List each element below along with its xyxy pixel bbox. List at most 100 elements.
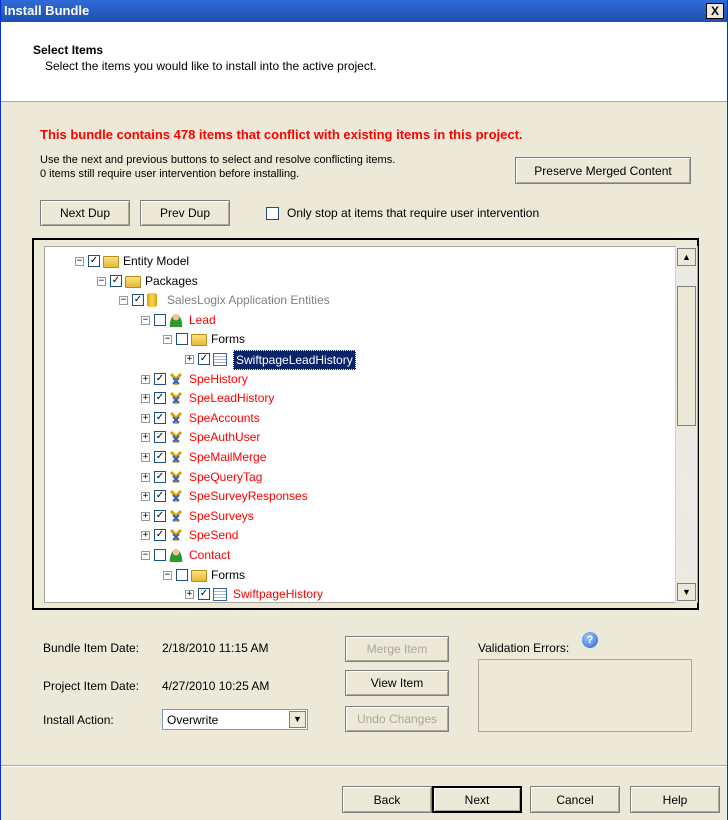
install-action-label: Install Action: — [43, 713, 114, 727]
entity-icon — [169, 411, 183, 425]
tree-node-label[interactable]: SpeLeadHistory — [189, 389, 274, 407]
entity-icon — [169, 450, 183, 464]
validation-errors-label: Validation Errors: — [478, 641, 570, 655]
tree-node-checkbox[interactable] — [154, 549, 166, 561]
only-stop-checkbox[interactable] — [266, 207, 279, 220]
folder-open-icon — [103, 256, 119, 268]
tree-node-checkbox[interactable]: ✓ — [110, 274, 122, 287]
expand-icon[interactable]: + — [141, 453, 150, 462]
tree-node-checkbox[interactable]: ✓ — [132, 294, 144, 307]
close-icon[interactable]: X — [706, 3, 724, 19]
next-dup-button[interactable]: Next Dup — [40, 200, 130, 226]
tree-node-checkbox[interactable]: ✓ — [154, 470, 166, 483]
tree-node-checkbox[interactable]: ✓ — [154, 392, 166, 405]
chevron-down-icon[interactable]: ▼ — [289, 711, 306, 728]
expand-icon[interactable]: + — [141, 472, 150, 482]
entity-icon — [169, 509, 183, 523]
merge-item-button[interactable]: Merge Item — [345, 636, 449, 662]
tree-node-label[interactable]: SalesLogix Application Entities — [167, 291, 330, 309]
tree-node-label[interactable]: Contact — [189, 546, 230, 564]
scroll-up-icon[interactable]: ▲ — [677, 248, 696, 266]
collapse-icon[interactable]: − — [163, 335, 172, 345]
collapse-icon[interactable]: − — [141, 551, 150, 560]
tree-node-checkbox[interactable]: ✓ — [154, 490, 166, 503]
tree-node-checkbox[interactable]: ✓ — [154, 529, 166, 542]
entity-icon — [169, 372, 183, 386]
expand-icon[interactable]: + — [141, 394, 150, 404]
collapse-icon[interactable]: − — [163, 570, 172, 580]
footer-divider — [0, 765, 728, 767]
prev-dup-button[interactable]: Prev Dup — [140, 200, 230, 226]
bundle-item-date-label: Bundle Item Date: — [43, 641, 140, 655]
help-button[interactable]: Help — [630, 786, 720, 813]
collapse-icon[interactable]: − — [119, 296, 128, 306]
collapse-icon[interactable]: − — [75, 257, 84, 266]
project-item-date-value: 4/27/2010 10:25 AM — [162, 679, 270, 693]
scroll-down-icon[interactable]: ▼ — [677, 583, 696, 601]
tree-node-label[interactable]: Packages — [145, 272, 198, 290]
tree-node-checkbox[interactable] — [176, 568, 188, 581]
expand-icon[interactable]: + — [141, 492, 150, 502]
intervention-count-text: 0 items still require user intervention … — [40, 168, 300, 180]
entity-icon — [169, 489, 183, 503]
tree-node-checkbox[interactable]: ✓ — [198, 353, 210, 365]
tree-node-checkbox[interactable] — [176, 333, 188, 346]
collapse-icon[interactable]: − — [97, 276, 106, 286]
entity-icon — [169, 470, 183, 484]
tree-node-label[interactable]: Entity Model — [123, 252, 189, 270]
expand-icon[interactable]: + — [141, 413, 150, 423]
tree-node-checkbox[interactable] — [154, 313, 166, 326]
expand-icon[interactable]: + — [185, 590, 194, 600]
entity-icon — [169, 528, 183, 542]
install-action-select[interactable]: Overwrite ▼ — [162, 709, 308, 730]
only-stop-label[interactable]: Only stop at items that require user int… — [287, 206, 539, 220]
tree-node-label[interactable]: SpeSend — [189, 526, 238, 544]
expand-icon[interactable]: + — [141, 511, 150, 521]
folder-icon — [191, 334, 207, 347]
tree-node-checkbox[interactable]: ✓ — [154, 431, 166, 444]
tree-node-label[interactable]: SpeAccounts — [189, 409, 260, 427]
tree-node-label[interactable]: SpeMailMerge — [189, 448, 266, 466]
tree-node-label[interactable]: SpeSurveys — [189, 507, 254, 525]
person-icon — [169, 312, 183, 327]
wizard-header: Select Items Select the items you would … — [0, 22, 728, 102]
tree-node-label[interactable]: SpeHistory — [189, 370, 248, 388]
collapse-icon[interactable]: − — [141, 315, 150, 325]
next-button[interactable]: Next — [432, 786, 522, 813]
tree-node-label[interactable]: Forms — [211, 330, 245, 348]
bundle-item-date-value: 2/18/2010 11:15 AM — [162, 641, 269, 655]
help-icon[interactable]: ? — [582, 632, 598, 648]
tree-node-label[interactable]: Forms — [211, 566, 245, 584]
preserve-merged-content-button[interactable]: Preserve Merged Content — [515, 157, 691, 184]
conflict-message: This bundle contains 478 items that conf… — [40, 127, 523, 142]
scroll-thumb[interactable] — [677, 286, 696, 426]
tree-node-checkbox[interactable]: ✓ — [198, 588, 210, 601]
back-button[interactable]: Back — [342, 786, 432, 813]
expand-icon[interactable]: + — [141, 531, 150, 541]
instruction-text: Use the next and previous buttons to sel… — [40, 154, 396, 166]
tree-scrollbar[interactable]: ▲ ▼ — [675, 246, 697, 603]
tree-node-label[interactable]: SwiftpageHistory — [233, 585, 323, 602]
title-bar[interactable]: Install Bundle X — [0, 0, 728, 22]
tree-node-label[interactable]: SpeAuthUser — [189, 428, 260, 446]
expand-icon[interactable]: + — [185, 355, 194, 364]
item-tree[interactable]: − ✓ Entity Model − ✓ Packages − ✓ SalesLogix App… — [44, 246, 698, 603]
tree-node-label[interactable]: Lead — [189, 311, 216, 329]
entity-icon — [169, 391, 183, 405]
project-item-date-label: Project Item Date: — [43, 679, 140, 693]
tree-node-label[interactable]: SpeQueryTag — [189, 468, 262, 486]
window-title: Install Bundle — [4, 3, 90, 18]
expand-icon[interactable]: + — [141, 374, 150, 384]
tree-node-checkbox[interactable]: ✓ — [154, 411, 166, 424]
tree-node-checkbox[interactable]: ✓ — [154, 372, 166, 385]
undo-changes-button[interactable]: Undo Changes — [345, 706, 449, 732]
tree-node-checkbox[interactable]: ✓ — [88, 255, 100, 267]
tree-node-label[interactable]: SpeSurveyResponses — [189, 487, 308, 505]
expand-icon[interactable]: + — [141, 433, 150, 443]
database-icon — [147, 293, 157, 308]
tree-node-checkbox[interactable]: ✓ — [154, 509, 166, 522]
tree-node-checkbox[interactable]: ✓ — [154, 451, 166, 463]
tree-node-label[interactable]: SwiftpageLeadHistory — [233, 350, 356, 370]
cancel-button[interactable]: Cancel — [530, 786, 620, 813]
view-item-button[interactable]: View Item — [345, 670, 449, 696]
